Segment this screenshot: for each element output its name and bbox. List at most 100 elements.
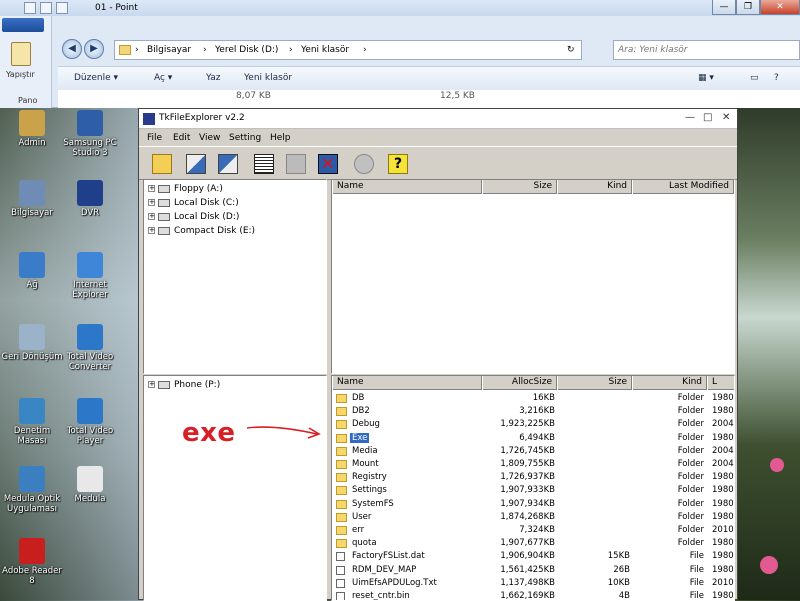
cell-name: Mount xyxy=(352,459,379,469)
minimize-button[interactable]: — xyxy=(712,0,736,15)
folder-icon xyxy=(336,394,347,403)
column-name[interactable]: Name xyxy=(332,376,482,390)
view-options-icon[interactable]: ▦ ▾ xyxy=(698,73,714,83)
desktop-icon[interactable]: Admin xyxy=(0,110,64,148)
desktop-icon[interactable]: Total Video Converter xyxy=(58,324,122,372)
menu-file[interactable]: File xyxy=(147,133,162,143)
help-icon[interactable]: ? xyxy=(385,151,411,177)
column-name[interactable]: Name xyxy=(332,180,482,194)
table-row[interactable]: Mount 1,809,755KB Folder 2004 xyxy=(332,458,734,471)
column-kind[interactable]: Kind xyxy=(632,376,707,390)
tk-menubar: File Edit View Setting Help xyxy=(139,130,737,146)
desktop-icon[interactable]: Internet Explorer xyxy=(58,252,122,300)
table-row[interactable]: User 1,874,268KB Folder 1980 xyxy=(332,511,734,524)
column-last-modified[interactable]: Last Modified xyxy=(632,180,734,194)
organize-button[interactable]: Düzenle ▾ xyxy=(74,73,118,83)
column-size[interactable]: Size xyxy=(482,180,557,194)
help-icon[interactable]: ? xyxy=(774,73,779,83)
table-row[interactable]: Debug 1,923,225KB Folder 2004 xyxy=(332,418,734,431)
print-button[interactable]: Yaz xyxy=(206,73,221,83)
table-row[interactable]: FactoryFSList.dat 1,906,904KB 15KB File 1980 xyxy=(332,550,734,563)
desktop-icon[interactable]: Total Video Player xyxy=(58,398,122,446)
menu-edit[interactable]: Edit xyxy=(173,133,190,143)
menu-setting[interactable]: Setting xyxy=(229,133,261,143)
cell-size: 15KB xyxy=(607,551,630,562)
refresh-icon[interactable]: ↻ xyxy=(567,45,575,55)
open-folder-icon[interactable] xyxy=(149,151,175,177)
list-view-icon[interactable] xyxy=(251,151,277,177)
table-row[interactable]: DB 16KB Folder 1980 xyxy=(332,392,734,405)
delete-icon[interactable]: ✕ xyxy=(315,151,341,177)
copy-to-phone-icon[interactable] xyxy=(215,151,241,177)
desktop-icon-label: Bilgisayar xyxy=(11,208,53,218)
cell-date: 1980 xyxy=(712,432,734,443)
breadcrumb-item[interactable]: Bilgisayar xyxy=(147,45,191,55)
expand-icon[interactable]: + xyxy=(148,199,155,206)
move-icon[interactable] xyxy=(283,151,309,177)
breadcrumb-item[interactable]: Yerel Disk (D:) xyxy=(215,45,278,55)
tk-close-button[interactable]: ✕ xyxy=(722,112,730,123)
app-icon xyxy=(19,398,45,424)
paste-label[interactable]: Yapıştır xyxy=(6,70,35,79)
cell-kind: File xyxy=(689,577,704,588)
expand-icon[interactable]: + xyxy=(148,381,155,388)
expand-icon[interactable]: + xyxy=(148,227,155,234)
redo-icon[interactable] xyxy=(56,2,68,14)
paste-icon[interactable] xyxy=(11,42,31,66)
expand-icon[interactable]: + xyxy=(148,213,155,220)
copy-to-pc-icon[interactable] xyxy=(183,151,209,177)
menu-view[interactable]: View xyxy=(199,133,220,143)
table-row[interactable]: UimEfsAPDULog.Txt 1,137,498KB 10KB File 2010 xyxy=(332,577,734,590)
table-row[interactable]: Media 1,726,745KB Folder 2004 xyxy=(332,445,734,458)
address-bar[interactable]: › Bilgisayar › Yerel Disk (D:) › Yeni kl… xyxy=(114,40,582,60)
table-row[interactable]: quota 1,907,677KB Folder 1980 xyxy=(332,537,734,550)
menu-help[interactable]: Help xyxy=(270,133,291,143)
tk-maximize-button[interactable]: □ xyxy=(703,112,712,123)
forward-icon[interactable]: ▶ xyxy=(84,39,104,59)
desktop-icon[interactable]: Samsung PC Studio 3 xyxy=(58,110,122,158)
undo-icon[interactable] xyxy=(40,2,52,14)
settings-icon[interactable] xyxy=(351,151,377,177)
tree-item[interactable]: + Floppy (A:) xyxy=(148,184,223,194)
desktop-icon[interactable]: Adobe Reader 8 xyxy=(0,538,64,586)
column-last-modified[interactable]: L xyxy=(707,376,734,390)
save-icon[interactable] xyxy=(24,2,36,14)
maximize-button[interactable]: ❐ xyxy=(736,0,760,15)
tree-item[interactable]: + Compact Disk (E:) xyxy=(148,226,255,236)
new-folder-button[interactable]: Yeni klasör xyxy=(244,73,292,83)
cell-name: UimEfsAPDULog.Txt xyxy=(352,577,437,588)
expand-icon[interactable]: + xyxy=(148,185,155,192)
search-input[interactable]: Ara: Yeni klasör xyxy=(613,40,800,60)
back-icon[interactable]: ◀ xyxy=(62,39,82,59)
table-row[interactable]: reset_cntr.bin 1,662,169KB 4B File 1980 xyxy=(332,590,734,600)
table-row[interactable]: DB2 3,216KB Folder 1980 xyxy=(332,405,734,418)
table-row[interactable]: err 7,324KB Folder 2010 xyxy=(332,524,734,537)
table-row[interactable]: RDM_DEV_MAP 1,561,425KB 26B File 1980 xyxy=(332,564,734,577)
desktop-icon[interactable]: DVR xyxy=(58,180,122,218)
column-size[interactable]: Size xyxy=(557,376,632,390)
table-row[interactable]: Exe 6,494KB Folder 1980 xyxy=(332,432,734,445)
pc-list-pane: Name Size Kind Last Modified xyxy=(331,179,735,374)
desktop-icon[interactable]: Geri Dönüşüm xyxy=(0,324,64,362)
open-button[interactable]: Aç ▾ xyxy=(154,73,172,83)
tree-item[interactable]: + Local Disk (D:) xyxy=(148,212,239,222)
tree-item[interactable]: + Local Disk (C:) xyxy=(148,198,239,208)
app-menu-button[interactable] xyxy=(2,18,44,32)
close-button[interactable]: ✕ xyxy=(760,0,800,15)
cell-kind: File xyxy=(689,551,704,562)
column-allocsize[interactable]: AllocSize xyxy=(482,376,557,390)
tk-titlebar: TkFileExplorer v2.2 — □ ✕ xyxy=(139,109,737,129)
table-row[interactable]: Settings 1,907,933KB Folder 1980 xyxy=(332,484,734,497)
tree-item[interactable]: + Phone (P:) xyxy=(148,380,220,390)
column-kind[interactable]: Kind xyxy=(557,180,632,194)
breadcrumb-item[interactable]: Yeni klasör xyxy=(301,45,349,55)
preview-pane-icon[interactable]: ▭ xyxy=(750,73,759,83)
desktop-icon[interactable]: Bilgisayar xyxy=(0,180,64,218)
desktop-icon[interactable]: Denetim Masası xyxy=(0,398,64,446)
desktop-icon[interactable]: Medula Optik Uygulaması xyxy=(0,466,64,514)
desktop-icon[interactable]: Medula xyxy=(58,466,122,504)
table-row[interactable]: Registry 1,726,937KB Folder 1980 xyxy=(332,471,734,484)
table-row[interactable]: SystemFS 1,907,934KB Folder 1980 xyxy=(332,498,734,511)
desktop-icon[interactable]: Ağ xyxy=(0,252,64,290)
tk-minimize-button[interactable]: — xyxy=(685,112,695,123)
